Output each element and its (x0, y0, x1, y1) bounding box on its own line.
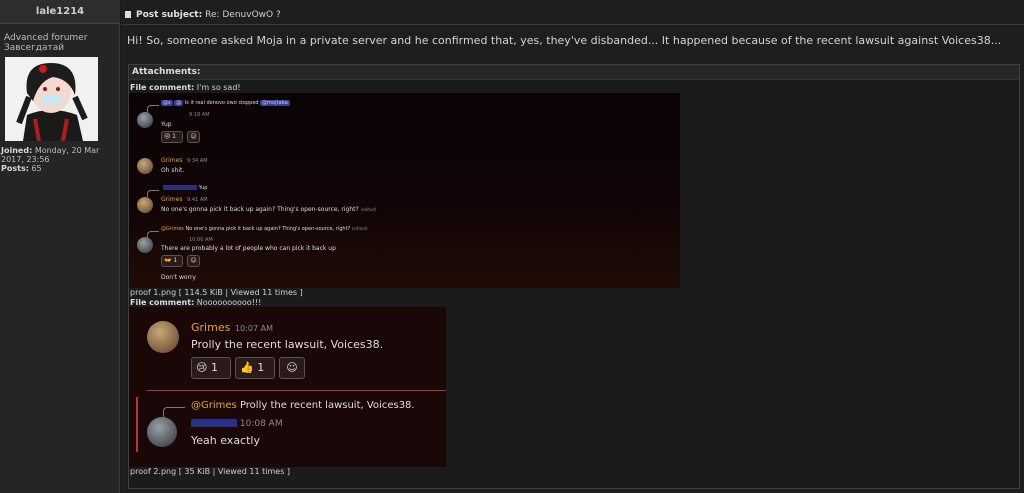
message-header: 10:08 AM (191, 419, 283, 429)
file-comment-label: File comment: (130, 298, 195, 307)
author-name: Grimes (191, 321, 231, 334)
message-time: 10:07 AM (235, 324, 273, 333)
message-text: Oh shit. (161, 167, 185, 174)
file-comment-text: Noooooooooo!!! (196, 298, 262, 307)
joined-label: Joined: (1, 146, 33, 155)
reply-connector (163, 407, 185, 417)
reply-text: Is it real denovo owo stopped (184, 100, 259, 106)
reaction-count: 1 (210, 361, 218, 374)
post-icon[interactable] (125, 11, 131, 18)
message-text: Prolly the recent lawsuit, Voices38. (191, 338, 384, 351)
reply-mention: @ (174, 100, 184, 106)
reply-text: Yup (198, 185, 208, 191)
add-reaction-icon[interactable]: ☺ (187, 131, 200, 143)
post-subject-value: Re: DenuvOwO ? (205, 10, 281, 20)
avatar (137, 112, 153, 128)
attachments-header: Attachments: (129, 65, 1019, 80)
post-body: Hi! So, someone asked Moja in a private … (127, 34, 1002, 47)
message-text: Yup (161, 121, 172, 128)
author-profile-panel: lale1214 Advanced forumer Завсегдатай Jo… (0, 0, 120, 493)
attachment-image-1[interactable]: @s @ Is it real denovo owo stopped @mojt… (129, 93, 680, 288)
posts-value[interactable]: 65 (31, 164, 41, 173)
file-comment-1: File comment: I'm so sad! (130, 83, 241, 92)
message-text: Yeah exactly (191, 434, 260, 447)
message-time: 9:41 AM (187, 197, 208, 203)
reply-mention: @Grimes (161, 226, 184, 232)
posts-label: Posts: (1, 164, 29, 173)
hidden-name (191, 419, 237, 427)
reply-mention: @s (161, 100, 173, 106)
reaction-thumbs-up[interactable]: 👍 1 (235, 357, 275, 379)
message-text: Don't worry (161, 274, 196, 281)
author-name: Grimes (161, 157, 183, 164)
attachment-image-2[interactable]: Grimes 10:07 AM Prolly the recent lawsui… (129, 307, 446, 467)
reaction-hands[interactable]: 👐 1 (161, 255, 183, 267)
attachments-box: Attachments: File comment: I'm so sad! @… (128, 64, 1020, 489)
reaction-count: 1 (172, 133, 176, 140)
post-subject-label: Post subject: (136, 10, 203, 20)
reply-preview-2: Yup (163, 185, 207, 191)
reply-preview-3: @Grimes No one's gonna pick it back up a… (161, 226, 368, 232)
highlight-bar (136, 397, 138, 452)
post-content: Post subject: Re: DenuvOwO ? Hi! So, som… (121, 0, 1024, 493)
reply-preview: @Grimes Prolly the recent lawsuit, Voice… (191, 400, 415, 411)
avatar (147, 417, 177, 447)
attachment-caption-2[interactable]: proof 2.png [ 35 KiB | Viewed 11 times ] (130, 467, 290, 476)
reply-preview-1: @s @ Is it real denovo owo stopped @mojt… (161, 100, 290, 106)
message-time: 9:18 AM (189, 112, 210, 118)
hidden-name (163, 185, 197, 190)
edited-tag: (edited) (351, 226, 368, 231)
reply-text: No one's gonna pick it back up again? Th… (185, 226, 351, 232)
reply-text: Prolly the recent lawsuit, Voices38. (239, 400, 415, 411)
divider (147, 390, 446, 391)
file-comment-label: File comment: (130, 83, 195, 92)
message-body: No one's gonna pick it back up again? Th… (161, 206, 359, 213)
file-comment-text: I'm so sad! (196, 83, 241, 92)
reply-connector (147, 190, 159, 197)
message-text: There are probably a lot of people who c… (161, 245, 336, 252)
author-username[interactable]: lale1214 (0, 0, 120, 24)
edited-tag: (edited) (360, 207, 377, 212)
avatar (137, 197, 153, 213)
reaction-sad[interactable]: 😢 1 (191, 357, 231, 379)
reaction-count: 1 (173, 257, 178, 264)
author-rank-line1: Advanced forumer (4, 33, 88, 43)
reply-connector (147, 105, 159, 113)
author-rank: Advanced forumer Завсегдатай (4, 33, 87, 53)
attachment-caption-1[interactable]: proof 1.png [ 114.5 KiB | Viewed 11 time… (130, 288, 303, 297)
post-subject-bar: Post subject: Re: DenuvOwO ? (121, 6, 1024, 25)
add-reaction-icon[interactable]: ☺ (187, 255, 200, 267)
reaction-count: 1 (257, 361, 265, 374)
forum-post: lale1214 Advanced forumer Завсегдатай Jo… (0, 0, 1024, 493)
message-time: 9:34 AM (187, 158, 208, 164)
avatar-image (5, 57, 98, 141)
author-rank-line2: Завсегдатай (4, 43, 65, 53)
avatar (137, 158, 153, 174)
message-text: No one's gonna pick it back up again? Th… (161, 206, 376, 213)
reaction-sad[interactable]: 😢 1 (161, 131, 183, 143)
avatar (137, 237, 153, 253)
add-reaction-icon[interactable]: ☺ (279, 357, 305, 379)
file-comment-2: File comment: Noooooooooo!!! (130, 298, 261, 307)
avatar (5, 57, 98, 141)
reply-mention: @mojtaba (260, 100, 290, 106)
author-details: Joined: Monday, 20 Mar 2017, 23:56 Posts… (0, 146, 119, 173)
author-name: Grimes (161, 196, 183, 203)
avatar (147, 321, 179, 353)
message-time: 10:08 AM (239, 419, 283, 429)
message-time: 10:00 AM (189, 237, 213, 243)
reply-mention: @Grimes (191, 400, 237, 411)
